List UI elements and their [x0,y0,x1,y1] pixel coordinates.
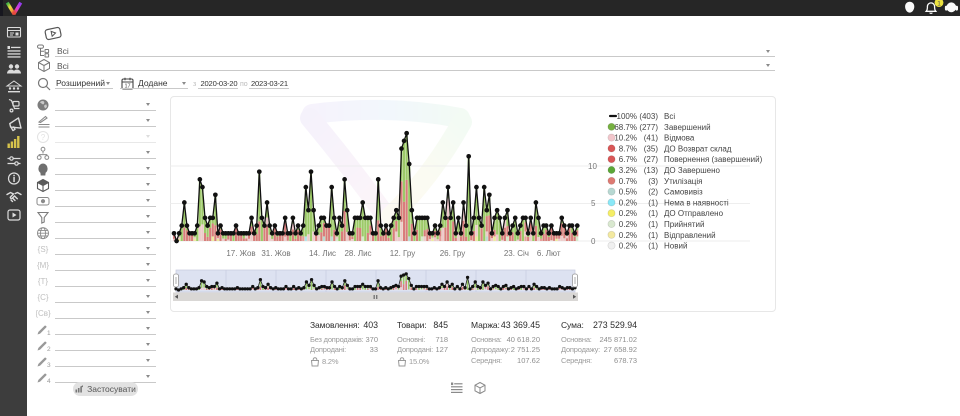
svg-text:(1): (1) [648,220,658,229]
svg-text:Всі: Всі [664,112,675,121]
svg-text:Нема в наявності: Нема в наявності [664,198,729,207]
svg-text:28. Лис: 28. Лис [344,249,371,258]
svg-text:(1): (1) [648,231,658,240]
svg-text:6. Лют: 6. Лют [537,249,561,258]
svg-text:0.7%: 0.7% [619,177,637,186]
svg-text:Новий: Новий [664,242,687,251]
svg-text:10: 10 [588,162,597,171]
svg-text:6.7%: 6.7% [619,155,637,164]
svg-text:0.5%: 0.5% [619,188,637,197]
svg-text:0.2%: 0.2% [619,242,637,251]
svg-text:1: 1 [47,330,51,337]
svg-text:(403): (403) [639,112,658,121]
svg-text:(2): (2) [648,188,658,197]
svg-text:0.2%: 0.2% [619,209,637,218]
svg-text:Повернення (завершений): Повернення (завершений) [664,155,763,164]
svg-text:26. Гру: 26. Гру [440,249,466,258]
svg-text:31. Жов: 31. Жов [261,249,290,258]
svg-text:8.7%: 8.7% [619,144,637,153]
svg-text:3.2%: 3.2% [619,166,637,175]
svg-text:2: 2 [47,346,51,353]
svg-text:(35): (35) [644,144,659,153]
svg-text:Утилізація: Утилізація [664,177,702,186]
svg-text:ДО Отправлено: ДО Отправлено [664,209,724,218]
svg-text:Завершений: Завершений [664,123,711,132]
svg-text:Відправлений: Відправлений [664,231,716,240]
svg-text:(41): (41) [644,134,659,143]
svg-text:{M}: {M} [37,261,49,270]
svg-text:(13): (13) [644,166,659,175]
svg-text:0: 0 [591,237,596,246]
svg-text:1: 1 [937,1,941,8]
svg-text:{C}: {C} [37,293,48,302]
svg-text:14. Лис: 14. Лис [309,249,336,258]
svg-text:Прийнятий: Прийнятий [664,220,705,229]
svg-text:?: ? [41,132,46,141]
svg-text:ДО Возврат склад: ДО Возврат склад [664,144,732,153]
svg-text:(277): (277) [639,123,658,132]
svg-text:23. Січ: 23. Січ [504,249,529,258]
svg-text:5: 5 [591,199,596,208]
svg-text:Відмова: Відмова [664,134,695,143]
svg-text:{Cв}: {Cв} [36,309,51,318]
svg-text:(1): (1) [648,242,658,251]
svg-text:Самовивіз: Самовивіз [664,188,703,197]
svg-text:68.7%: 68.7% [614,123,637,132]
svg-text:(27): (27) [644,155,659,164]
svg-text:{T}: {T} [38,277,49,286]
svg-text:3: 3 [47,362,51,369]
svg-text:17. Жов: 17. Жов [226,249,255,258]
svg-text:ДО Завершено: ДО Завершено [664,166,720,175]
svg-text:100%: 100% [617,112,637,121]
svg-text:{S}: {S} [38,245,49,254]
svg-text:4: 4 [47,378,51,385]
svg-text:0.2%: 0.2% [619,220,637,229]
svg-text:12. Гру: 12. Гру [390,249,416,258]
svg-text:(3): (3) [648,177,658,186]
svg-text:10.2%: 10.2% [614,134,637,143]
svg-text:(1): (1) [648,209,658,218]
svg-text:(1): (1) [648,198,658,207]
svg-text:0.2%: 0.2% [619,231,637,240]
svg-text:0.2%: 0.2% [619,198,637,207]
